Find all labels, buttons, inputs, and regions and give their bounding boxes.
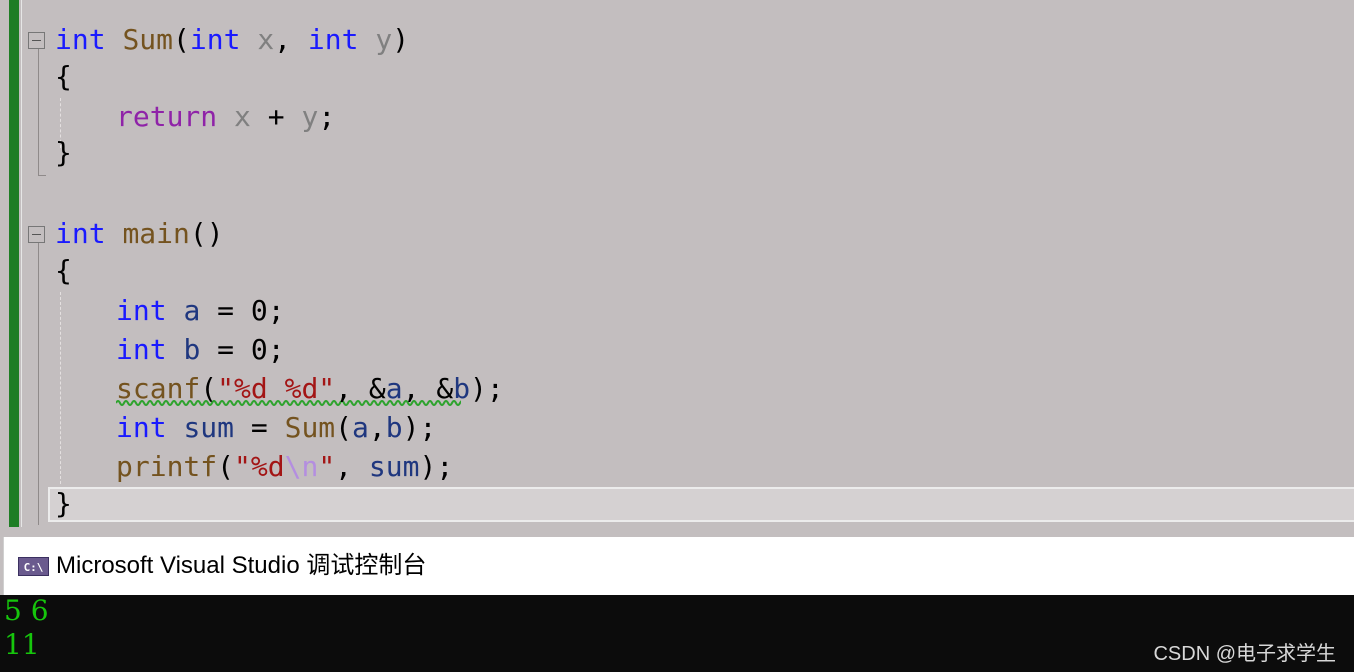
console-output-area[interactable]: 5 6 11 CSDN @电子求学生 <box>0 595 1354 672</box>
collapse-sum-icon[interactable] <box>28 32 45 49</box>
code-line-12: printf("%d\n", sum); <box>116 450 454 483</box>
console-output-line: 5 6 <box>4 594 49 627</box>
code-line-8: int a = 0; <box>116 294 285 327</box>
console-app-icon: C:\ <box>18 557 49 576</box>
window-separator <box>0 527 1354 537</box>
fold-end <box>38 175 46 176</box>
watermark: CSDN @电子求学生 <box>1153 643 1336 665</box>
fold-line <box>38 49 39 175</box>
indent-guide <box>60 292 61 484</box>
console-title: Microsoft Visual Studio 调试控制台 <box>56 552 427 579</box>
code-line-3: return x + y; <box>116 100 336 133</box>
debug-console-window[interactable]: C:\ Microsoft Visual Studio 调试控制台 5 6 11… <box>0 527 1354 672</box>
code-line-13: } <box>55 487 72 520</box>
code-line-10: scanf("%d %d", &a, &b); <box>116 372 504 405</box>
console-output-line: 11 <box>4 628 40 661</box>
code-line-11: int sum = Sum(a,b); <box>116 411 437 444</box>
collapse-main-icon[interactable] <box>28 226 45 243</box>
console-titlebar[interactable]: C:\ Microsoft Visual Studio 调试控制台 <box>3 537 1354 595</box>
code-line-2: { <box>55 60 72 93</box>
code-line-4: } <box>55 136 72 169</box>
code-editor[interactable]: int Sum(int x, int y) { return x + y; } … <box>0 0 1354 527</box>
gutter-divider <box>21 0 22 527</box>
code-line-7: { <box>55 254 72 287</box>
change-tracking-bar <box>9 0 19 527</box>
current-line-highlight <box>48 487 1354 522</box>
code-line-9: int b = 0; <box>116 333 285 366</box>
fold-line <box>38 243 39 525</box>
code-line-1: int Sum(int x, int y) <box>55 23 410 56</box>
code-line-6: int main() <box>55 217 224 250</box>
